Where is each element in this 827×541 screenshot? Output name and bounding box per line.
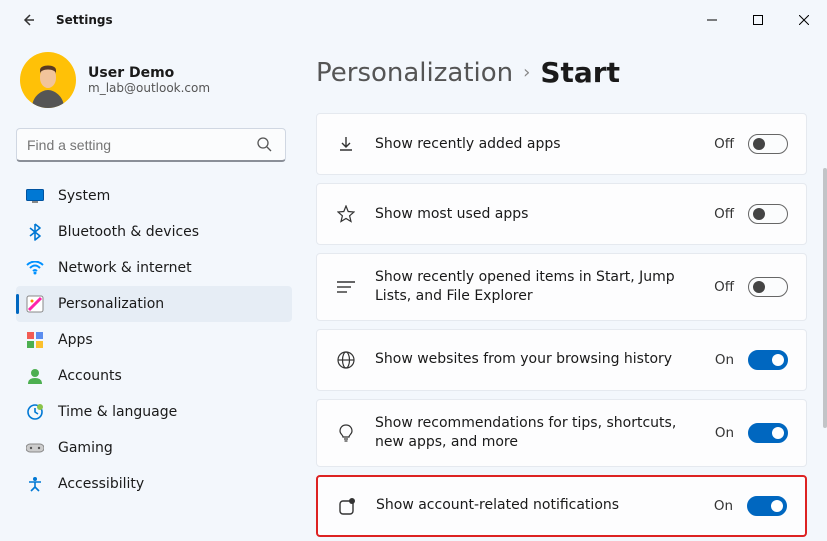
user-block[interactable]: User Demo m_lab@outlook.com xyxy=(16,52,292,108)
search-icon xyxy=(256,136,272,156)
sidebar-item-time-language[interactable]: Time & language xyxy=(16,394,292,430)
back-button[interactable] xyxy=(16,8,40,32)
setting-label: Show recently opened items in Start, Jum… xyxy=(357,268,714,306)
breadcrumb-parent[interactable]: Personalization xyxy=(316,58,513,88)
chevron-right-icon: › xyxy=(523,62,530,83)
sidebar-item-accounts[interactable]: Accounts xyxy=(16,358,292,394)
setting-row[interactable]: Show account-related notificationsOn xyxy=(316,475,807,537)
toggle-switch[interactable] xyxy=(748,423,788,443)
toggle-switch[interactable] xyxy=(748,134,788,154)
minimize-button[interactable] xyxy=(689,4,735,36)
page-title: Start xyxy=(540,56,620,89)
setting-row[interactable]: Show websites from your browsing history… xyxy=(316,329,807,391)
star-icon xyxy=(335,205,357,223)
setting-state-text: On xyxy=(715,425,734,441)
sidebar-item-gaming[interactable]: Gaming xyxy=(16,430,292,466)
scrollbar[interactable] xyxy=(823,168,827,428)
nav-list: System Bluetooth & devices Network & inter… xyxy=(16,178,292,502)
setting-label: Show websites from your browsing history xyxy=(357,350,715,369)
search-wrap xyxy=(16,128,292,162)
time-icon xyxy=(26,403,44,421)
toggle-switch[interactable] xyxy=(747,496,787,516)
sidebar-item-system[interactable]: System xyxy=(16,178,292,214)
sidebar-item-label: Personalization xyxy=(58,296,164,312)
toggle-switch[interactable] xyxy=(748,204,788,224)
avatar xyxy=(20,52,76,108)
setting-state-text: On xyxy=(714,498,733,514)
toggle-switch[interactable] xyxy=(748,350,788,370)
toggle-knob xyxy=(771,500,783,512)
sidebar-item-label: Bluetooth & devices xyxy=(58,224,199,240)
sidebar-item-label: Gaming xyxy=(58,440,113,456)
accessibility-icon xyxy=(26,475,44,493)
setting-label: Show recently added apps xyxy=(357,135,714,154)
notification-icon xyxy=(336,497,358,515)
setting-state-text: Off xyxy=(714,279,734,295)
globe-icon xyxy=(335,351,357,369)
toggle-switch[interactable] xyxy=(748,277,788,297)
personalization-icon xyxy=(26,295,44,313)
toggle-knob xyxy=(753,138,765,150)
sidebar-item-label: Accounts xyxy=(58,368,122,384)
arrow-left-icon xyxy=(20,12,36,28)
sidebar-item-personalization[interactable]: Personalization xyxy=(16,286,292,322)
user-email: m_lab@outlook.com xyxy=(88,81,210,95)
sidebar-item-label: Apps xyxy=(58,332,93,348)
sidebar-item-bluetooth-devices[interactable]: Bluetooth & devices xyxy=(16,214,292,250)
user-name: User Demo xyxy=(88,65,210,81)
setting-state-text: On xyxy=(715,352,734,368)
wifi-icon xyxy=(26,259,44,277)
toggle-knob xyxy=(772,354,784,366)
bluetooth-icon xyxy=(26,223,44,241)
apps-icon xyxy=(26,331,44,349)
search-input[interactable] xyxy=(16,128,286,162)
settings-list: Show recently added appsOffShow most use… xyxy=(316,113,807,537)
main-panel: Personalization › Start Show recently ad… xyxy=(300,40,827,541)
setting-row[interactable]: Show recently opened items in Start, Jum… xyxy=(316,253,807,321)
toggle-knob xyxy=(753,281,765,293)
accounts-icon xyxy=(26,367,44,385)
sidebar-item-apps[interactable]: Apps xyxy=(16,322,292,358)
setting-state-text: Off xyxy=(714,206,734,222)
setting-label: Show most used apps xyxy=(357,205,714,224)
bulb-icon xyxy=(335,424,357,442)
sidebar-item-accessibility[interactable]: Accessibility xyxy=(16,466,292,502)
setting-row[interactable]: Show most used appsOff xyxy=(316,183,807,245)
setting-label: Show recommendations for tips, shortcuts… xyxy=(357,414,715,452)
maximize-button[interactable] xyxy=(735,4,781,36)
sidebar-item-label: System xyxy=(58,188,110,204)
window-title: Settings xyxy=(56,13,113,27)
toggle-knob xyxy=(753,208,765,220)
sidebar-item-label: Network & internet xyxy=(58,260,192,276)
sidebar-item-label: Time & language xyxy=(58,404,177,420)
setting-row[interactable]: Show recently added appsOff xyxy=(316,113,807,175)
titlebar: Settings xyxy=(0,0,827,40)
download-icon xyxy=(335,135,357,153)
gaming-icon xyxy=(26,439,44,457)
sidebar: User Demo m_lab@outlook.com System Blueto… xyxy=(0,40,300,541)
breadcrumb: Personalization › Start xyxy=(316,56,807,89)
sidebar-item-label: Accessibility xyxy=(58,476,144,492)
setting-label: Show account-related notifications xyxy=(358,496,714,515)
window-controls xyxy=(689,4,827,36)
sidebar-item-network-internet[interactable]: Network & internet xyxy=(16,250,292,286)
close-button[interactable] xyxy=(781,4,827,36)
list-icon xyxy=(335,280,357,294)
system-icon xyxy=(26,187,44,205)
setting-row[interactable]: Show recommendations for tips, shortcuts… xyxy=(316,399,807,467)
setting-state-text: Off xyxy=(714,136,734,152)
toggle-knob xyxy=(772,427,784,439)
